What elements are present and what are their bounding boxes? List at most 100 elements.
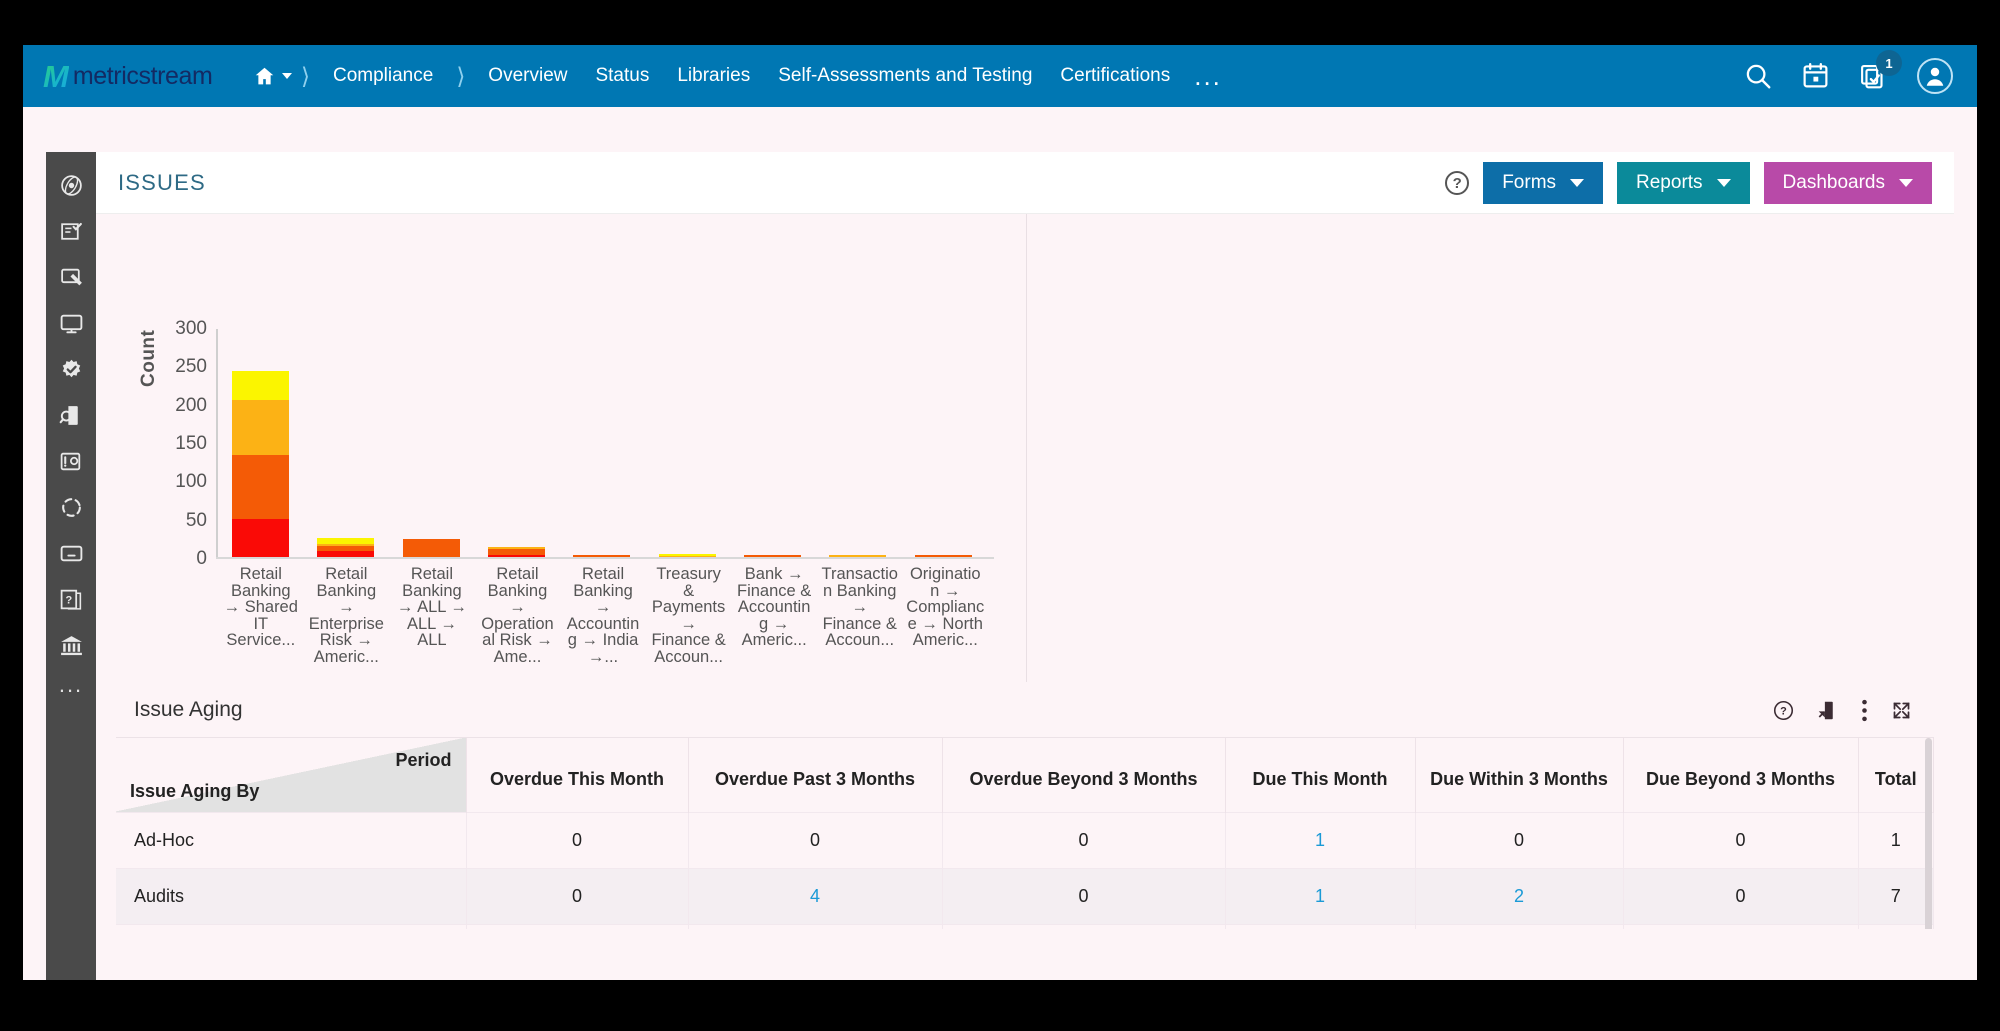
- column-header-overdue-this-month[interactable]: Overdue This Month: [466, 738, 689, 812]
- user-avatar-icon: [1926, 67, 1944, 86]
- table-cell[interactable]: 2: [1415, 867, 1624, 924]
- bar-segment-high[interactable]: [914, 555, 972, 557]
- search-button[interactable]: [1743, 61, 1773, 91]
- calendar-button[interactable]: [1801, 61, 1831, 91]
- table-cell[interactable]: 42: [688, 923, 943, 929]
- corner-rows-label: Issue Aging By: [130, 780, 260, 801]
- x-tick-label: Retail Banking → Shared IT Service...: [223, 565, 298, 649]
- sidebar-item-globe[interactable]: [46, 162, 96, 208]
- issue-aging-actions: ?: [1773, 682, 1912, 738]
- bar-segment-high[interactable]: [744, 554, 802, 557]
- brand-logo[interactable]: M metricstream: [43, 61, 248, 92]
- stacked-bar[interactable]: [914, 555, 972, 557]
- cell-link[interactable]: 1: [1315, 830, 1325, 850]
- reports-button-label: Reports: [1636, 172, 1703, 193]
- table-cell[interactable]: 4: [688, 867, 943, 924]
- sidebar-item-audit[interactable]: [46, 392, 96, 438]
- sidebar-item-risk[interactable]: [46, 438, 96, 484]
- column-header-overdue-beyond-3-months[interactable]: Overdue Beyond 3 Months: [942, 738, 1226, 812]
- archive-box-icon: [60, 545, 82, 561]
- sidebar-item-controls[interactable]: [46, 346, 96, 392]
- table-cell[interactable]: 1: [1225, 811, 1416, 868]
- stacked-bar[interactable]: [232, 370, 290, 557]
- help-circle-icon: ?: [1773, 700, 1794, 720]
- bar-segment-medium[interactable]: [658, 556, 716, 557]
- reports-button[interactable]: Reports: [1617, 162, 1750, 204]
- stacked-bar[interactable]: [829, 554, 887, 557]
- donut-chart: [1152, 304, 1382, 534]
- nav-items: ⟩ Compliance ⟩ Overview Status Libraries…: [248, 45, 1232, 107]
- y-tick-label: 250: [175, 356, 207, 378]
- stacked-bar[interactable]: [573, 554, 631, 557]
- bar-segment-high[interactable]: [488, 548, 546, 556]
- sidebar-item-issues[interactable]: [46, 254, 96, 300]
- dashboards-button[interactable]: Dashboards: [1763, 162, 1932, 204]
- home-button[interactable]: [254, 66, 292, 87]
- x-tick-label: Retail Banking → Operational Risk → Ame.…: [481, 565, 554, 666]
- sidebar-overflow-button[interactable]: ...: [59, 672, 83, 698]
- sidebar-item-policy[interactable]: [46, 208, 96, 254]
- column-header-due-within-3-months[interactable]: Due Within 3 Months: [1415, 738, 1624, 812]
- stacked-bar[interactable]: [744, 554, 802, 557]
- sidebar-item-lifecycle[interactable]: [46, 484, 96, 530]
- breadcrumb-compliance[interactable]: Compliance: [319, 45, 447, 107]
- nav-link-certifications[interactable]: Certifications: [1046, 45, 1184, 107]
- stacked-bar[interactable]: [658, 553, 716, 557]
- screen-root: M metricstream ⟩ Compliance ⟩ Overview S…: [0, 0, 2000, 1031]
- svg-text:?: ?: [1780, 705, 1787, 717]
- forms-button[interactable]: Forms: [1483, 162, 1604, 204]
- application-window: M metricstream ⟩ Compliance ⟩ Overview S…: [23, 45, 1977, 980]
- tasks-button[interactable]: 1: [1859, 50, 1902, 91]
- page-help-button[interactable]: ?: [1445, 171, 1470, 195]
- bar-segment-medium[interactable]: [232, 399, 290, 456]
- cell-link[interactable]: 1: [1315, 886, 1325, 906]
- stacked-bar[interactable]: [488, 547, 546, 557]
- bar-segment-critical[interactable]: [317, 550, 375, 557]
- cell-link[interactable]: 4: [810, 886, 820, 906]
- bar-segment-critical[interactable]: [488, 555, 546, 557]
- column-header-due-this-month[interactable]: Due This Month: [1225, 738, 1416, 812]
- sidebar-item-archive[interactable]: [46, 530, 96, 576]
- table-vertical-scrollbar[interactable]: [1925, 738, 1932, 929]
- cell-link[interactable]: 2: [1514, 886, 1524, 906]
- issue-aging-menu-button[interactable]: [1861, 699, 1868, 722]
- column-header-due-beyond-3-months[interactable]: Due Beyond 3 Months: [1623, 738, 1859, 812]
- sidebar-item-monitor[interactable]: [46, 300, 96, 346]
- stacked-bar[interactable]: [317, 537, 375, 557]
- nav-link-status[interactable]: Status: [581, 45, 663, 107]
- user-avatar[interactable]: [1917, 58, 1953, 94]
- bar-group: [730, 554, 815, 557]
- table-cell: 0: [1415, 811, 1624, 868]
- bar-segment-high[interactable]: [573, 554, 631, 557]
- issue-aging-help-button[interactable]: ?: [1773, 700, 1794, 721]
- table-cell: 0: [466, 923, 689, 929]
- bar-segment-high[interactable]: [402, 539, 460, 557]
- nav-overflow-button[interactable]: ...: [1184, 56, 1232, 96]
- table-cell: 0: [1415, 923, 1624, 929]
- table-cell[interactable]: 1: [1225, 867, 1416, 924]
- bank-icon: [60, 635, 82, 655]
- chevron-down-icon: [1716, 179, 1731, 187]
- y-tick-label: 50: [185, 509, 207, 531]
- gear-check-icon: [62, 359, 80, 377]
- y-tick-label: 0: [196, 548, 207, 569]
- chevron-down-icon: [282, 73, 292, 79]
- home-icon: [255, 67, 274, 84]
- issue-aging-export-button[interactable]: [1817, 700, 1838, 721]
- x-tick-label: Retail Banking → ALL → ALL → ALL: [396, 565, 467, 649]
- nav-link-libraries[interactable]: Libraries: [663, 45, 764, 107]
- stacked-bar[interactable]: [402, 539, 460, 557]
- bar-segment-low[interactable]: [232, 370, 290, 400]
- nav-link-self-assessments[interactable]: Self-Assessments and Testing: [764, 45, 1046, 107]
- bar-segment-medium[interactable]: [829, 554, 887, 557]
- sidebar-item-help[interactable]: ?: [46, 576, 96, 622]
- issue-aging-expand-button[interactable]: [1891, 700, 1912, 721]
- column-header-total[interactable]: Total: [1858, 738, 1934, 812]
- page-container: ISSUES ? Forms Reports Dashboards Count …: [96, 152, 1954, 929]
- bar-segment-critical[interactable]: [232, 518, 290, 557]
- table-cell: 0: [1623, 923, 1859, 929]
- column-header-overdue-past-3-months[interactable]: Overdue Past 3 Months: [688, 738, 943, 812]
- sidebar-item-regulatory[interactable]: [46, 622, 96, 668]
- bar-segment-high[interactable]: [232, 455, 290, 519]
- breadcrumb-overview[interactable]: Overview: [474, 45, 581, 107]
